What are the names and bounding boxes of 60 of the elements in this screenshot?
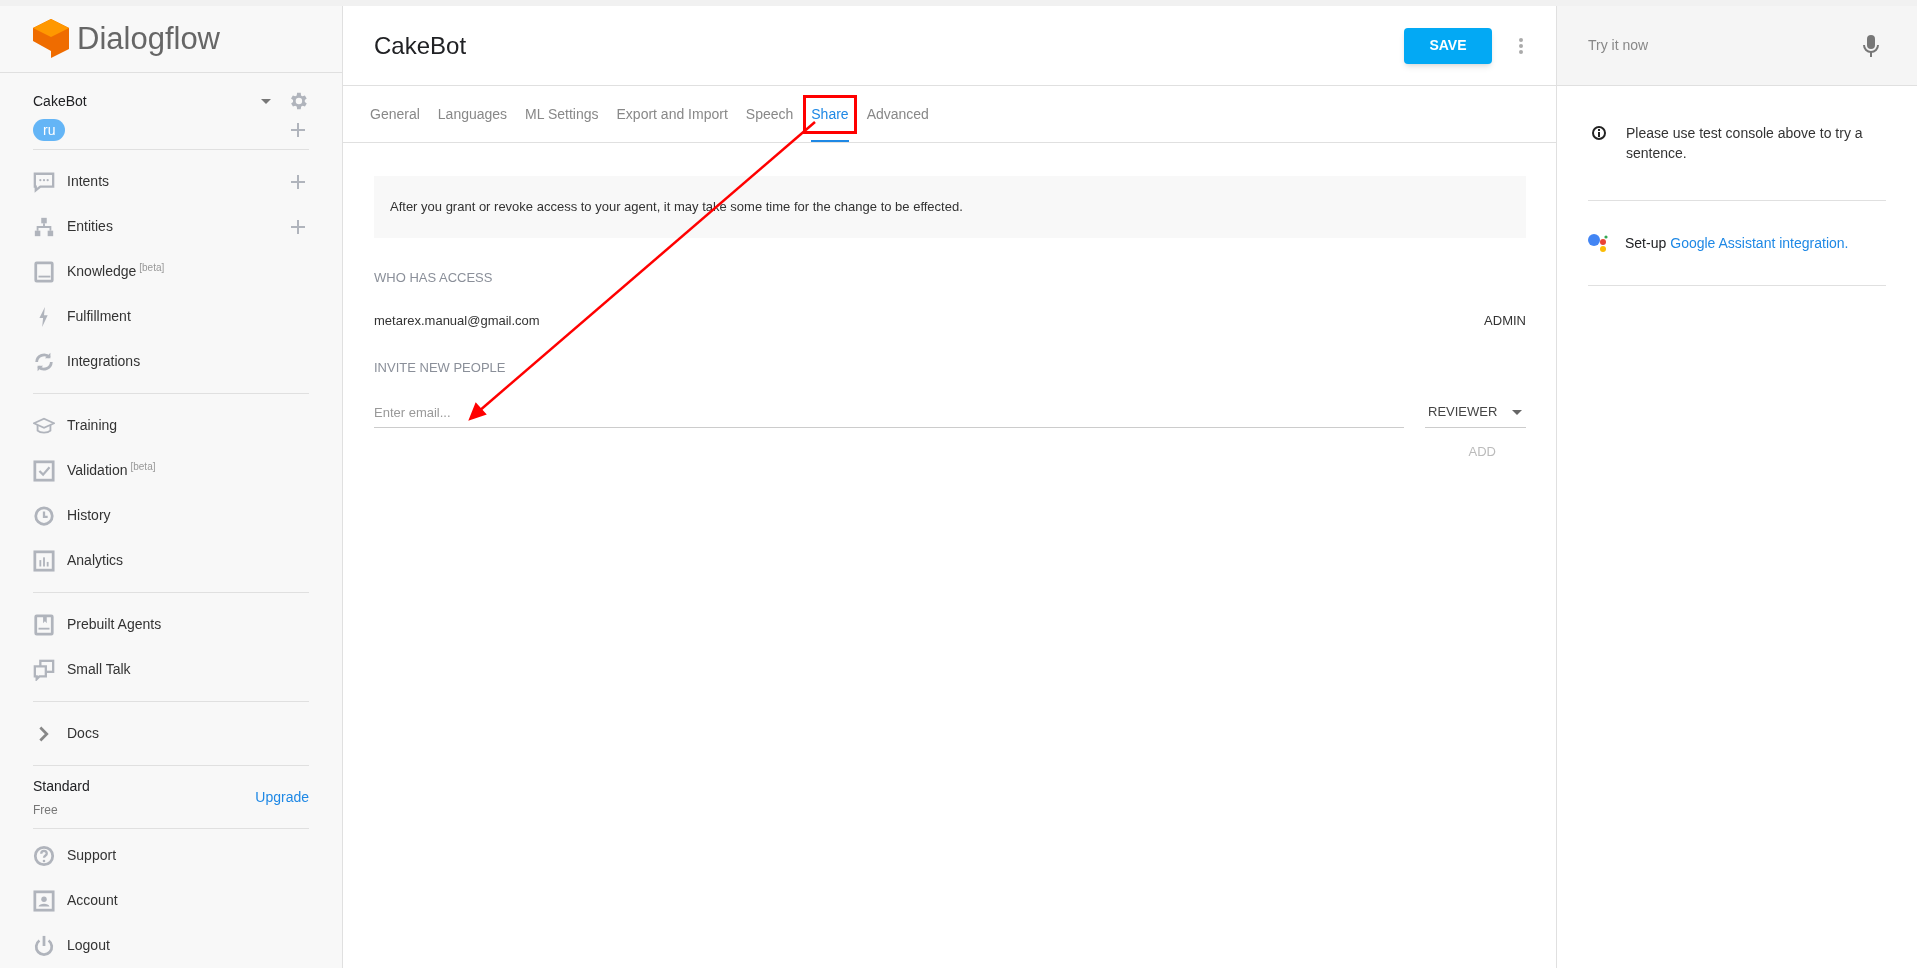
info-text: Please use test console above to try a sentence.	[1626, 124, 1864, 163]
sidebar-item[interactable]: Prebuilt Agents	[33, 602, 309, 647]
beta-label: [beta]	[130, 460, 156, 474]
beta-label: [beta]	[139, 261, 165, 275]
plan-label: Free	[33, 801, 59, 819]
help-icon	[33, 844, 55, 867]
tab[interactable]: ML Settings	[525, 86, 599, 142]
agent-name[interactable]: CakeBot	[33, 90, 261, 112]
account-icon	[33, 889, 55, 912]
sidebar-item[interactable]: Support	[33, 833, 309, 878]
sidebar-item[interactable]: Intents	[33, 159, 309, 204]
sidebar-item[interactable]: Fulfillment	[33, 294, 309, 339]
clock-icon	[33, 504, 55, 527]
sidebar-item[interactable]: Account	[33, 878, 309, 923]
sidebar-item[interactable]: Integrations	[33, 339, 309, 384]
book-icon	[33, 260, 55, 283]
dropdown-icon[interactable]	[261, 98, 271, 104]
add-icon[interactable]	[291, 219, 305, 234]
role-dropdown[interactable]: REVIEWER	[1425, 397, 1526, 428]
refresh-icon	[33, 350, 55, 373]
sidebar-item[interactable]: Training	[33, 403, 309, 448]
assistant-icon	[1588, 232, 1608, 254]
chat-bubble-icon	[33, 170, 55, 193]
info-icon	[1592, 126, 1606, 140]
tab[interactable]: General	[370, 86, 420, 142]
sidebar-item[interactable]: Validation [beta]	[33, 448, 309, 493]
member-email: metarex.manual@gmail.com	[374, 311, 541, 330]
bar-chart-icon	[33, 549, 55, 572]
logo-icon	[33, 19, 69, 59]
section-heading: INVITE NEW PEOPLE	[374, 359, 507, 377]
chat-bubbles-icon	[33, 658, 55, 681]
tab[interactable]: Share	[811, 86, 849, 142]
logo-text: Dialogflow	[77, 19, 220, 58]
upgrade-link[interactable]: Upgrade	[255, 786, 309, 808]
tab[interactable]: Languages	[437, 86, 508, 142]
tab[interactable]: Export and Import	[616, 86, 728, 142]
sidebar-item[interactable]: Small Talk	[33, 647, 309, 692]
sidebar-item[interactable]: Logout	[33, 923, 309, 968]
member-role: ADMIN	[1484, 311, 1526, 330]
sidebar-item[interactable]: Knowledge [beta]	[33, 249, 309, 294]
section-heading: WHO HAS ACCESS	[374, 269, 494, 287]
power-icon	[33, 934, 55, 957]
sidebar-item[interactable]: Docs	[33, 711, 309, 756]
checkbox-icon	[33, 459, 55, 482]
tab[interactable]: Advanced	[866, 86, 929, 142]
add-icon[interactable]	[291, 123, 305, 137]
hierarchy-icon	[33, 215, 55, 238]
bookmark-book-icon	[33, 613, 55, 636]
tab[interactable]: Speech	[745, 86, 794, 142]
more-icon[interactable]	[1519, 37, 1523, 54]
plan-name: Standard	[33, 776, 91, 796]
dropdown-icon[interactable]	[1512, 409, 1522, 415]
agent-title: CakeBot	[374, 30, 468, 61]
add-icon[interactable]	[291, 174, 305, 189]
sidebar-item[interactable]: History	[33, 493, 309, 538]
sidebar-item[interactable]: Entities	[33, 204, 309, 249]
setup-text: Set-up	[1625, 233, 1667, 253]
assistant-integration-link[interactable]: Google Assistant integration.	[1670, 232, 1849, 254]
microphone-icon[interactable]	[1863, 34, 1879, 57]
sidebar-item[interactable]: Analytics	[33, 538, 309, 583]
